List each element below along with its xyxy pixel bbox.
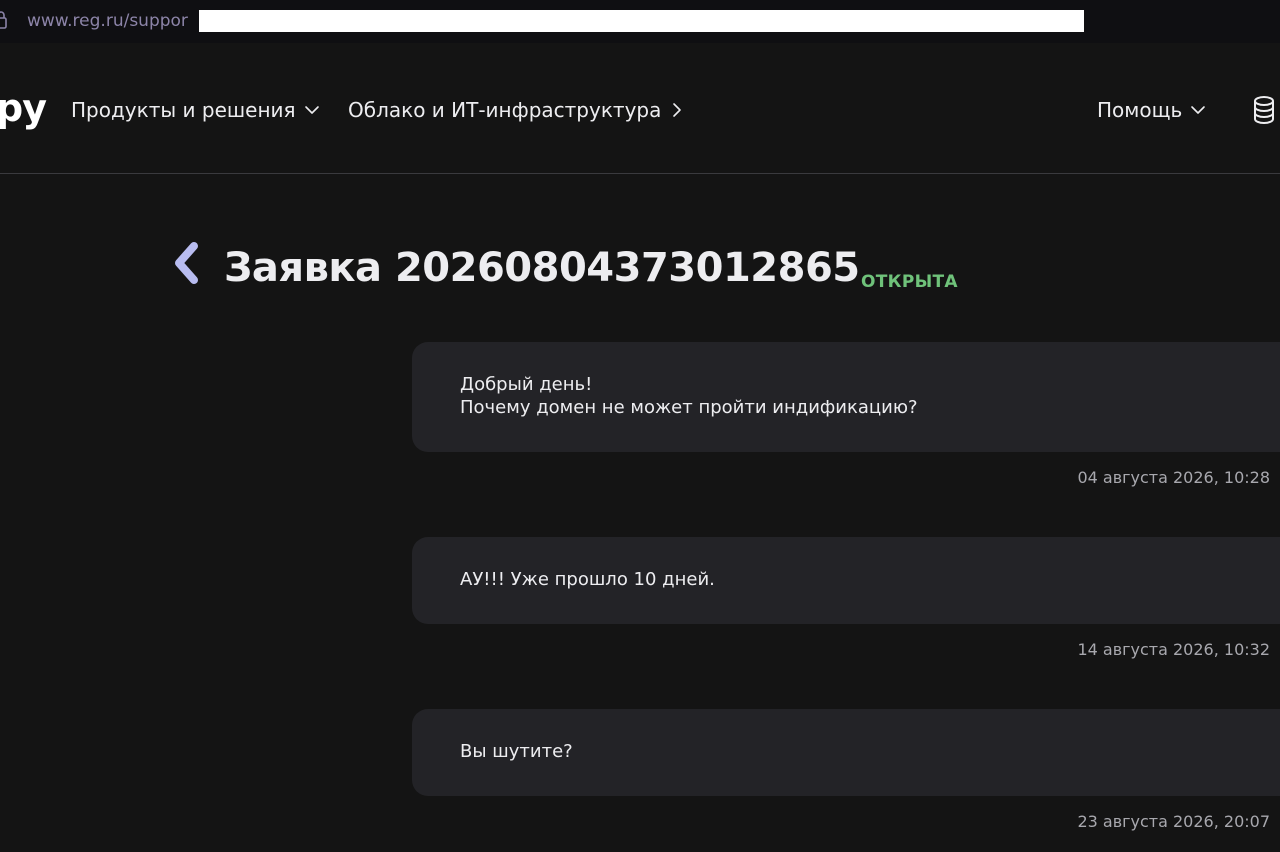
chevron-down-icon [1191,106,1206,114]
message-bubble: АУ!!! Уже прошло 10 дней. [412,537,1280,624]
message-text: Почему домен не может пройти индификацию… [460,397,918,418]
chevron-down-icon [304,106,319,114]
status-badge: ОТКРЫТА [861,272,958,292]
chevron-right-icon [673,103,682,117]
nav-help-label: Помощь [1097,98,1183,122]
url-redaction [199,10,1084,32]
nav-cloud-label: Облако и ИТ-инфраструктура [348,98,662,122]
site-logo[interactable]: ру [0,85,47,131]
database-icon[interactable] [1252,95,1276,125]
message-timestamp: 04 августа 2026, 10:28 [1077,468,1270,487]
message-timestamp: 23 августа 2026, 20:07 [1077,812,1270,831]
lock-icon [0,11,7,29]
nav-products[interactable]: Продукты и решения [71,97,320,123]
nav-cloud-infrastructure[interactable]: Облако и ИТ-инфраструктура [348,97,685,123]
chevron-left-icon[interactable] [170,240,202,286]
browser-address-bar[interactable]: www.reg.ru/suppor [0,0,1280,43]
message-text: Вы шутите? [460,741,573,762]
nav-products-label: Продукты и решения [71,98,296,122]
site-header: ру Продукты и решения Облако и ИТ-инфрас… [0,43,1280,174]
url-text[interactable]: www.reg.ru/suppor [27,9,188,33]
message-text: Добрый день! [460,374,593,395]
ticket-title: Заявка 20260804373012865 [224,245,860,291]
message-bubble: Вы шутите? [412,709,1280,796]
message-text: АУ!!! Уже прошло 10 дней. [460,569,715,590]
message-bubble: Добрый день! Почему домен не может пройт… [412,342,1280,452]
nav-help[interactable]: Помощь [1097,97,1206,123]
message-timestamp: 14 августа 2026, 10:32 [1077,640,1270,659]
